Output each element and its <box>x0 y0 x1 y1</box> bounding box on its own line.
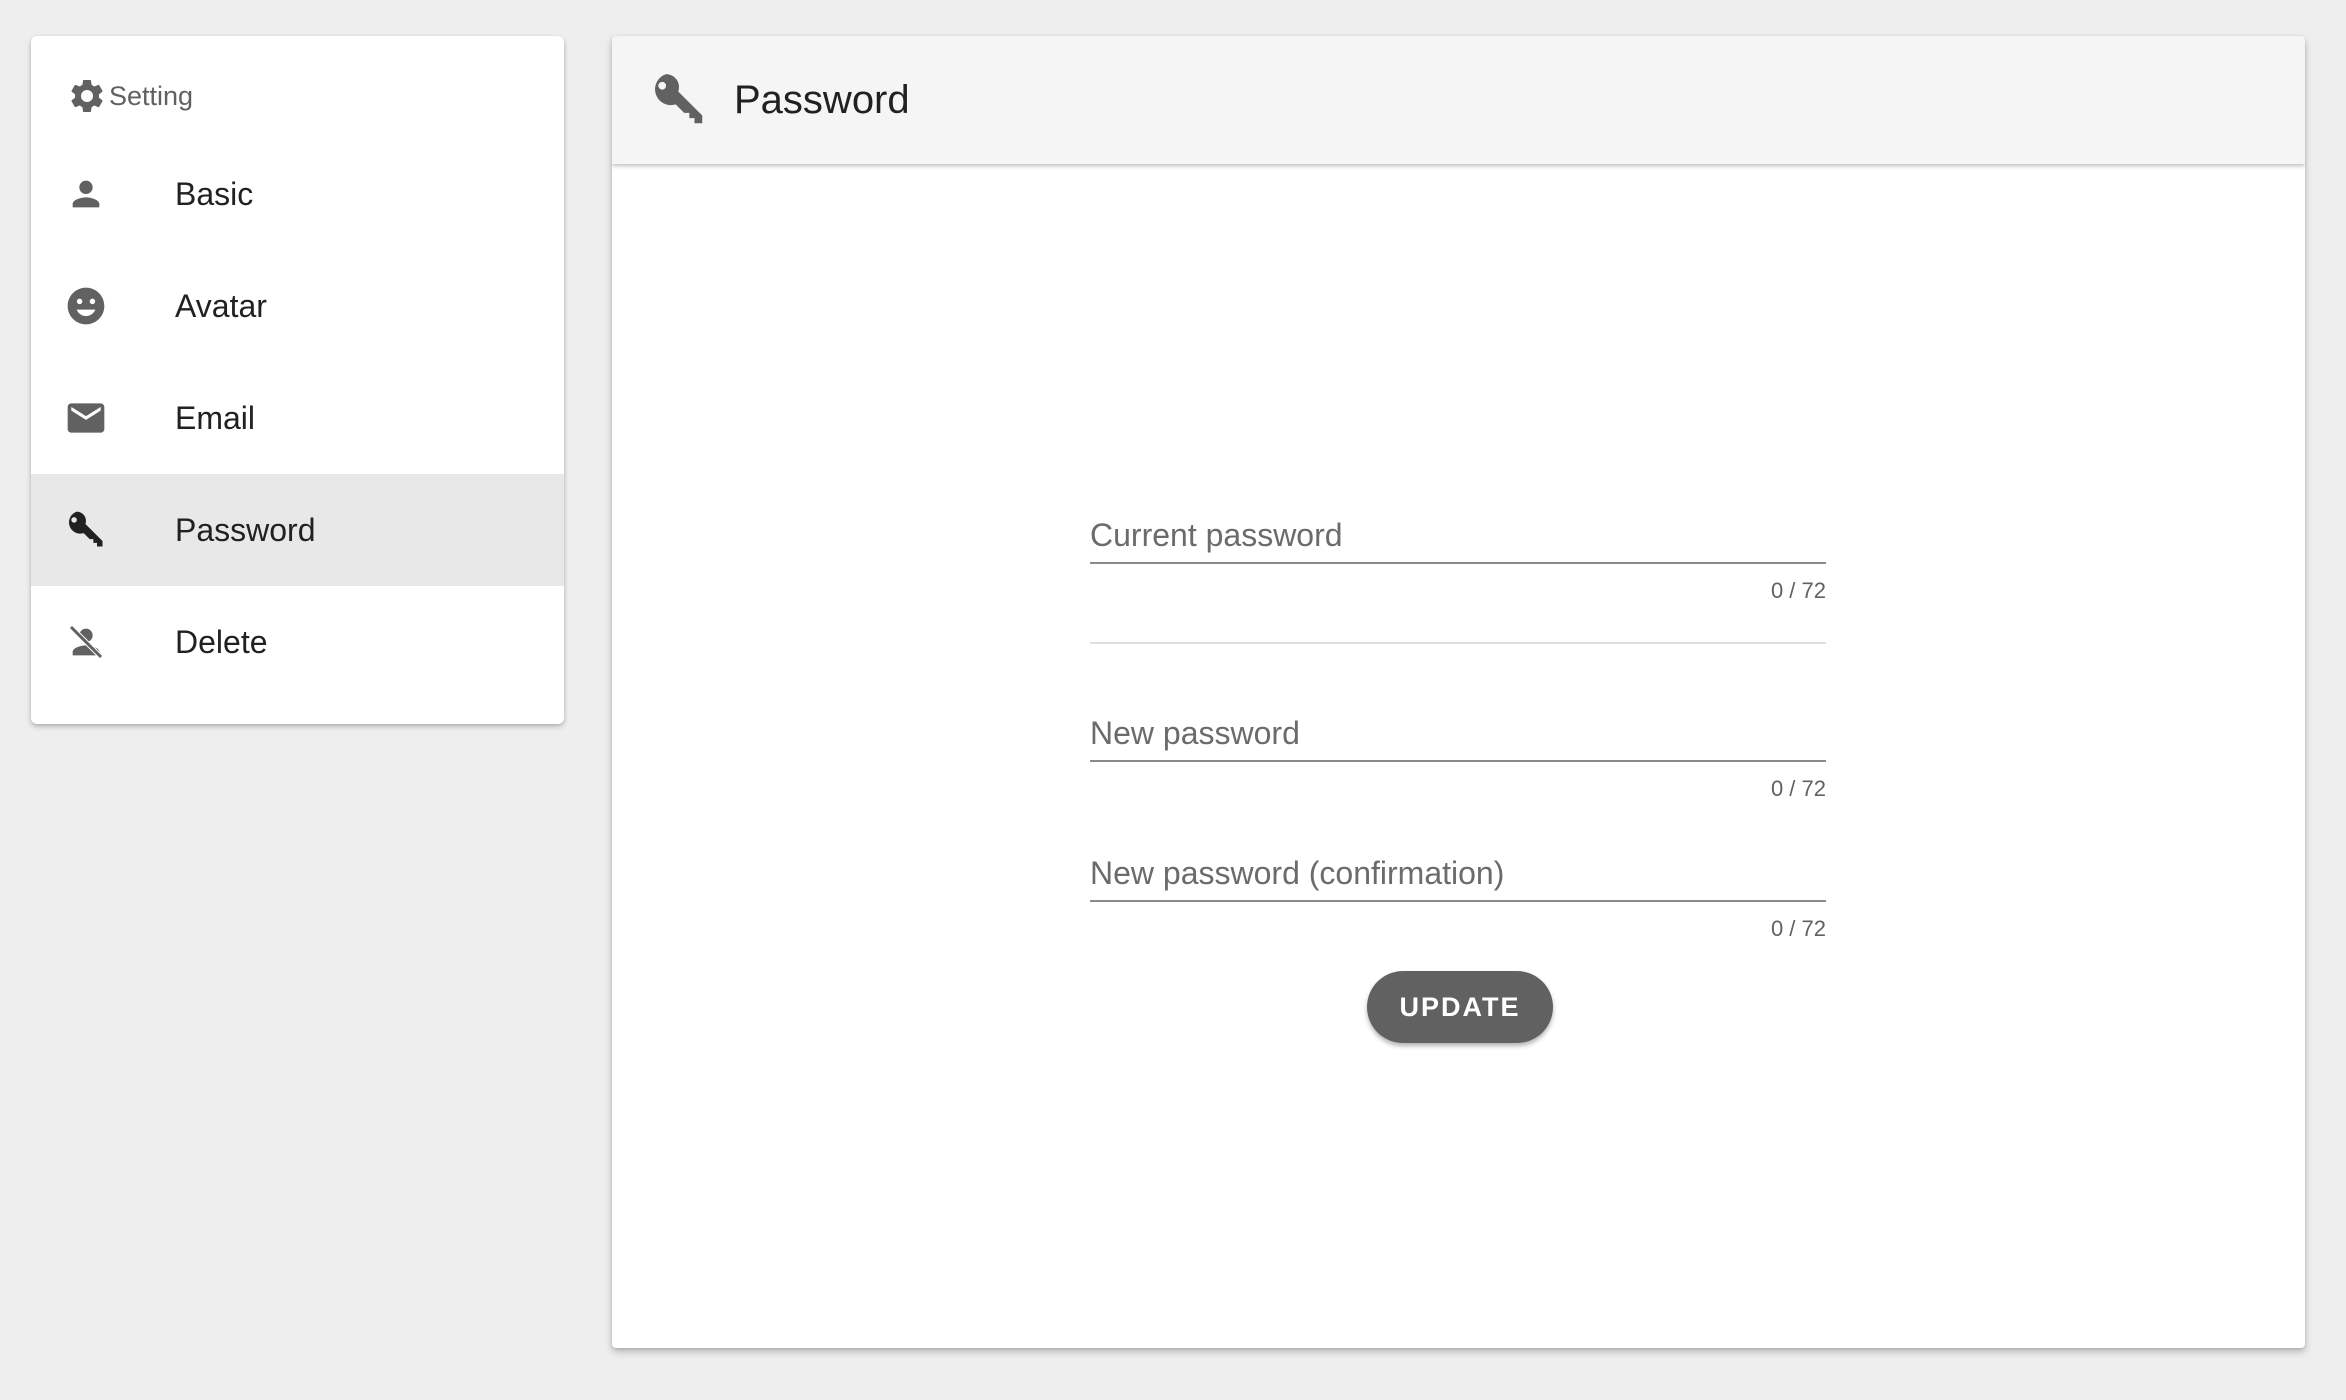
sidebar-item-basic[interactable]: Basic <box>31 138 564 250</box>
new-password-counter: 0 / 72 <box>1770 776 1826 801</box>
sidebar-item-label: Password <box>175 511 316 548</box>
sidebar-item-avatar[interactable]: Avatar <box>31 250 564 362</box>
form-divider <box>1090 642 1826 644</box>
current-password-field: 0 / 72 <box>1090 508 1826 603</box>
key-icon <box>646 67 712 133</box>
panel-header: Password <box>612 36 2305 164</box>
mail-icon <box>64 396 108 440</box>
new-password-confirmation-underline <box>1090 846 1826 902</box>
sidebar-item-label: Avatar <box>175 287 267 324</box>
sidebar-item-email[interactable]: Email <box>31 362 564 474</box>
current-password-input[interactable] <box>1090 517 1826 554</box>
person-icon <box>64 172 108 216</box>
key-icon <box>64 508 108 552</box>
sidebar-item-delete[interactable]: Delete <box>31 586 564 698</box>
new-password-input[interactable] <box>1090 715 1826 752</box>
smiley-icon <box>64 284 108 328</box>
sidebar-item-label: Basic <box>175 175 254 212</box>
new-password-field: 0 / 72 <box>1090 706 1826 801</box>
current-password-underline <box>1090 508 1826 564</box>
sidebar-header: Setting <box>31 76 564 116</box>
password-panel: Password 0 / 72 0 / 72 0 / 72 UPDATE <box>612 36 2305 1348</box>
person-off-icon <box>64 620 108 664</box>
sidebar-item-label: Delete <box>175 623 268 660</box>
sidebar-item-password[interactable]: Password <box>31 474 564 586</box>
settings-sidebar: Setting Basic Avatar Email Password Dele… <box>31 36 564 724</box>
gear-icon <box>65 74 109 118</box>
new-password-underline <box>1090 706 1826 762</box>
new-password-confirmation-input[interactable] <box>1090 855 1826 892</box>
sidebar-item-label: Email <box>175 399 256 436</box>
current-password-counter: 0 / 72 <box>1770 578 1826 603</box>
update-button[interactable]: UPDATE <box>1367 971 1553 1043</box>
page-title: Password <box>734 77 910 122</box>
sidebar-header-label: Setting <box>109 80 194 111</box>
new-password-confirmation-field: 0 / 72 <box>1090 846 1826 941</box>
new-password-confirmation-counter: 0 / 72 <box>1770 916 1826 941</box>
